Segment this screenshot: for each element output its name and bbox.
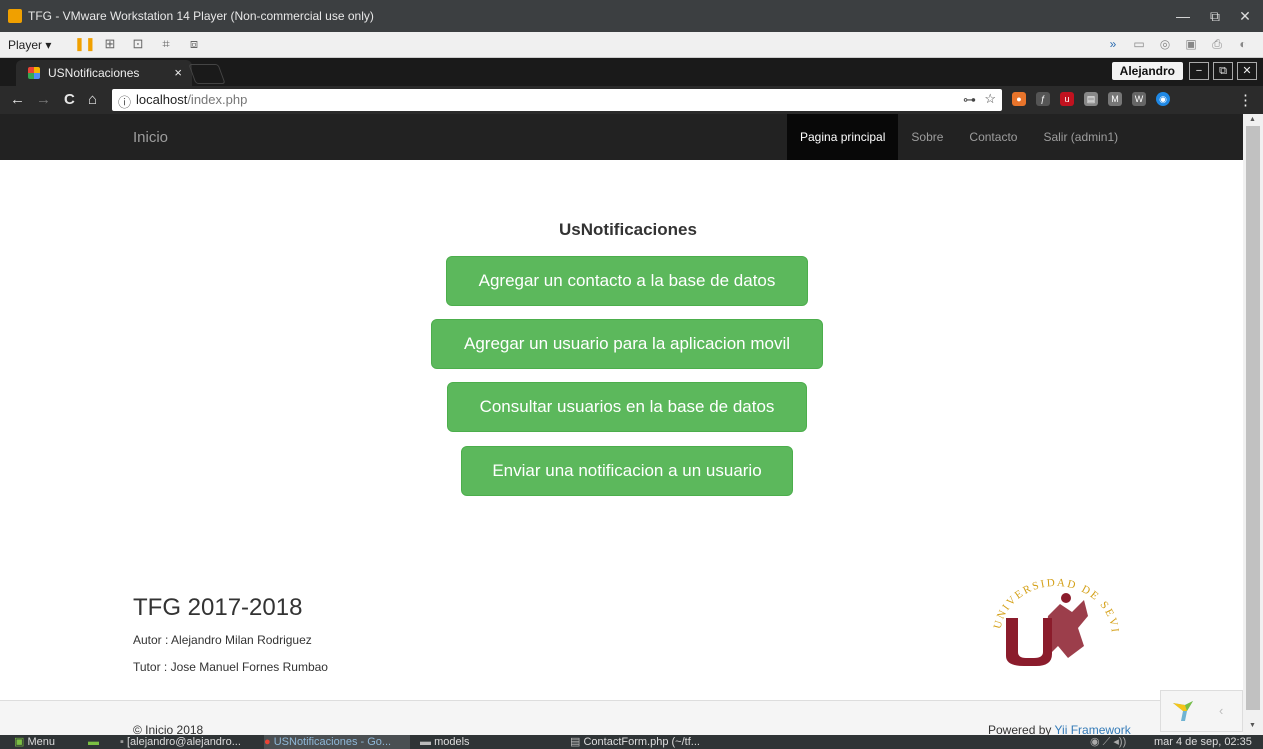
show-desktop-icon[interactable]: ▬	[88, 735, 104, 749]
nav-salir[interactable]: Salir (admin1)	[1030, 114, 1131, 160]
scrollbar-thumb[interactable]	[1246, 126, 1260, 710]
chrome-icon: ●	[264, 736, 271, 748]
footer-title: TFG 2017-2018	[133, 594, 303, 621]
browser-tab[interactable]: USNotificaciones ×	[16, 60, 192, 86]
taskbar-menu-label: Menu	[27, 736, 55, 748]
taskbar-menu-button[interactable]: ▣ Menu	[14, 735, 74, 749]
send-ctrl-alt-del-icon[interactable]: ⊞	[102, 36, 118, 52]
vm-window-title: TFG - VMware Workstation 14 Player (Non-…	[28, 9, 374, 23]
sound-icon[interactable]: ◐	[1235, 36, 1251, 52]
taskbar-files-label: models	[434, 736, 470, 748]
page-scrollbar[interactable]: ▲ ▼	[1243, 114, 1263, 735]
taskbar-item-editor[interactable]: ▤ ContactForm.php (~/tf...	[570, 735, 730, 749]
send-notification-button[interactable]: Enviar una notificacion a un usuario	[461, 446, 793, 496]
address-bar[interactable]: ⓘ localhost/index.php ⊶ ☆	[112, 89, 1002, 111]
cd-icon[interactable]: ◎	[1157, 36, 1173, 52]
extension-mango-icon[interactable]: ●	[1012, 92, 1026, 106]
minimize-button[interactable]: —	[1168, 6, 1198, 26]
restore-button[interactable]: ⧉	[1200, 6, 1230, 26]
taskbar-item-browser[interactable]: ● USNotificaciones - Go...	[264, 735, 410, 749]
taskbar-browser-label: USNotificaciones - Go...	[273, 736, 392, 748]
os-taskbar: ▣ Menu ▬ ▪ [alejandro@alejandro... ● USN…	[0, 735, 1263, 749]
universidad-sevilla-seal-logo: UNIVERSIDAD DE SEVILLA	[988, 576, 1119, 666]
query-users-button[interactable]: Consultar usuarios en la base de datos	[447, 382, 807, 432]
add-contact-button[interactable]: Agregar un contacto a la base de datos	[446, 256, 808, 306]
yii-debug-toolbar[interactable]: ‹	[1160, 690, 1243, 732]
browser-restore-button[interactable]: ⧉	[1213, 62, 1233, 80]
browser-toolbar: ← → C ⌂ ⓘ localhost/index.php ⊶ ☆ ● ƒ u …	[0, 86, 1263, 114]
tab-favicon-icon	[28, 67, 40, 79]
vm-title-bar: TFG - VMware Workstation 14 Player (Non-…	[0, 0, 1263, 32]
more-devices-icon[interactable]: »	[1105, 36, 1121, 52]
fullscreen-icon[interactable]: ⌗	[158, 36, 174, 52]
browser-minimize-button[interactable]: −	[1189, 62, 1209, 80]
tab-close-icon[interactable]: ×	[174, 65, 182, 80]
vm-toolbar: Player ▾ ❚❚ ⊞ ⊡ ⌗ ⧈ » ▭ ◎ ▣ ⎙ ◐	[0, 32, 1263, 58]
back-button[interactable]: ←	[10, 91, 25, 108]
pause-icon[interactable]: ❚❚	[74, 36, 96, 52]
hdd-icon[interactable]: ▭	[1131, 36, 1147, 52]
taskbar-terminal-label: [alejandro@alejandro...	[126, 736, 241, 748]
taskbar-editor-label: ContactForm.php (~/tf...	[583, 736, 700, 748]
nav-contacto[interactable]: Contacto	[956, 114, 1030, 160]
printer-icon[interactable]: ⎙	[1209, 36, 1225, 52]
network-icon[interactable]: ▣	[1183, 36, 1199, 52]
extension-word-icon[interactable]: W	[1132, 92, 1146, 106]
debug-toolbar-collapse-icon[interactable]: ‹	[1219, 703, 1223, 718]
taskbar-item-terminal[interactable]: ▪ [alejandro@alejandro...	[120, 735, 260, 749]
url-path: /index.php	[187, 92, 248, 107]
site-info-icon[interactable]: ⓘ	[118, 92, 131, 111]
extension-chrome-icon[interactable]: ◉	[1156, 92, 1170, 106]
navbar-links: Pagina principal Sobre Contacto Salir (a…	[787, 114, 1131, 160]
footer-author: Autor : Alejandro Milan Rodriguez	[133, 633, 312, 647]
extension-notes-icon[interactable]: ▤	[1084, 92, 1098, 106]
player-menu[interactable]: Player ▾	[8, 38, 51, 52]
url-text: localhost/index.php	[136, 92, 247, 107]
removable-devices-icon[interactable]: ⊡	[130, 36, 146, 52]
close-button[interactable]: ✕	[1230, 6, 1260, 26]
browser-close-button[interactable]: ✕	[1237, 62, 1257, 80]
footer-tutor: Tutor : Jose Manuel Fornes Rumbao	[133, 660, 328, 674]
add-mobile-user-button[interactable]: Agregar un usuario para la aplicacion mo…	[431, 319, 823, 369]
extension-font-icon[interactable]: ƒ	[1036, 92, 1050, 106]
unity-icon[interactable]: ⧈	[186, 36, 202, 52]
vmware-logo-icon	[8, 9, 22, 23]
terminal-icon: ▪	[120, 736, 124, 748]
browser-tab-bar: USNotificaciones × Alejandro − ⧉ ✕	[0, 58, 1263, 86]
bookmark-star-icon[interactable]: ☆	[984, 91, 996, 107]
yii-logo-icon	[1173, 701, 1193, 721]
site-footer: © Inicio 2018 Powered by Yii Framework	[0, 700, 1243, 737]
taskbar-item-files[interactable]: ▬ models	[420, 735, 560, 749]
site-navbar: Inicio Pagina principal Sobre Contacto S…	[0, 114, 1243, 160]
nav-sobre[interactable]: Sobre	[898, 114, 956, 160]
page-title: UsNotificaciones	[559, 220, 697, 239]
forward-button[interactable]: →	[36, 91, 51, 108]
extension-ublock-icon[interactable]: u	[1060, 92, 1074, 106]
folder-icon: ▬	[420, 736, 431, 748]
mint-menu-icon: ▣	[14, 736, 25, 748]
new-tab-button[interactable]	[188, 64, 226, 84]
home-button[interactable]: ⌂	[88, 91, 97, 108]
nav-pagina-principal[interactable]: Pagina principal	[787, 114, 899, 160]
reload-button[interactable]: C	[64, 91, 75, 108]
taskbar-clock[interactable]: mar 4 de sep, 02:35	[1154, 735, 1260, 749]
scroll-down-icon[interactable]: ▼	[1249, 722, 1256, 729]
browser-menu-icon[interactable]: ⋮	[1238, 91, 1253, 109]
password-key-icon[interactable]: ⊶	[963, 92, 976, 108]
text-editor-icon: ▤	[570, 736, 581, 748]
url-host: localhost	[136, 92, 188, 107]
navbar-brand[interactable]: Inicio	[133, 129, 168, 146]
tab-title: USNotificaciones	[48, 66, 140, 80]
extension-mail-icon[interactable]: M	[1108, 92, 1122, 106]
profile-button[interactable]: Alejandro	[1111, 62, 1183, 80]
scroll-up-icon[interactable]: ▲	[1249, 116, 1256, 123]
system-tray-icons[interactable]: ◉ ⟋ ◂))	[1090, 735, 1150, 749]
extensions-area: ● ƒ u ▤ M W ◉	[1012, 92, 1170, 106]
